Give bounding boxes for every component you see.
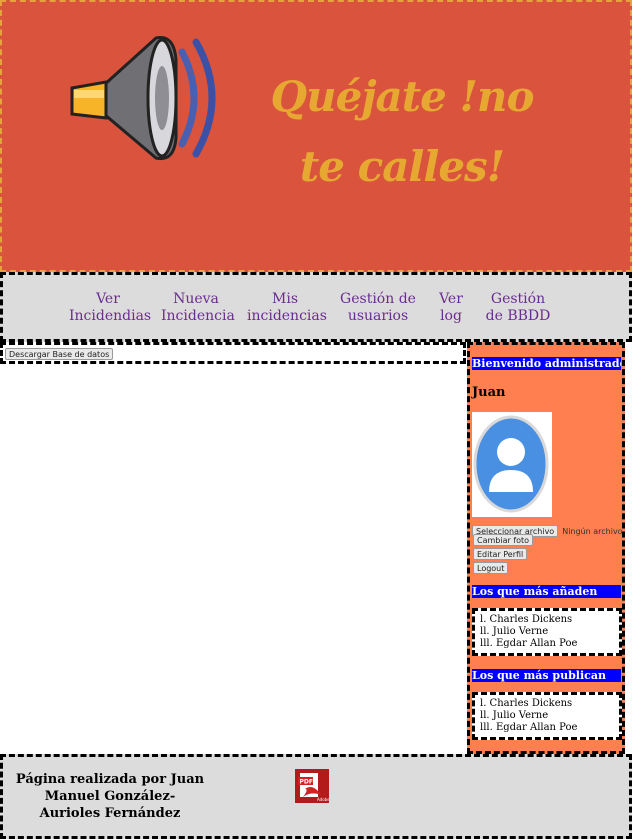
nav-mis-incidencias[interactable]: Mis incidencias bbox=[247, 291, 327, 325]
file-status: Ningún archivo seleccionado bbox=[562, 527, 623, 536]
list-item: ll. Julio Verne bbox=[480, 710, 549, 721]
site-title: Quéjate !no te calles! bbox=[270, 72, 535, 191]
list-item: lll. Egdar Allan Poe bbox=[480, 638, 578, 649]
change-photo-button[interactable]: Cambiar foto bbox=[473, 534, 534, 546]
list-item: l. Charles Dickens bbox=[480, 614, 573, 625]
top-publishers-list: l. Charles Dickens ll. Julio Verne lll. … bbox=[472, 692, 622, 740]
toolbar: Descargar Base de datos bbox=[0, 342, 466, 364]
main-nav: Ver Incidendias Nueva Incidencia Mis inc… bbox=[0, 272, 632, 342]
download-database-button[interactable]: Descargar Base de datos bbox=[5, 348, 114, 360]
nav-ver-incidencias[interactable]: Ver Incidendias bbox=[69, 291, 151, 325]
user-name: Juan bbox=[472, 385, 506, 400]
svg-text:PDF: PDF bbox=[300, 779, 313, 786]
list-item: lll. Egdar Allan Poe bbox=[480, 722, 578, 733]
nav-ver-log[interactable]: Ver log bbox=[436, 291, 466, 325]
avatar bbox=[472, 412, 552, 517]
page-footer: Página realizada por Juan Manuel Gonzále… bbox=[0, 754, 632, 839]
megaphone-icon bbox=[70, 35, 216, 161]
logout-button[interactable]: Logout bbox=[473, 562, 509, 574]
welcome-banner: Bienvenido administrador bbox=[472, 357, 621, 370]
edit-profile-button[interactable]: Editar Perfil bbox=[473, 548, 528, 560]
page-header: Quéjate !no te calles! bbox=[0, 0, 632, 272]
nav-gestion-usuarios[interactable]: Gestión de usuarios bbox=[339, 291, 417, 325]
top-adders-heading: Los que más añaden bbox=[472, 585, 621, 598]
pdf-icon[interactable]: PDF Adobe bbox=[295, 769, 329, 803]
nav-nueva-incidencia[interactable]: Nueva Incidencia bbox=[161, 291, 235, 325]
top-adders-list: l. Charles Dickens ll. Julio Verne lll. … bbox=[472, 608, 622, 656]
user-avatar-icon bbox=[473, 415, 549, 513]
list-item: l. Charles Dickens bbox=[480, 698, 573, 709]
nav-gestion-bbdd[interactable]: Gestión de BBDD bbox=[481, 291, 555, 325]
list-item: ll. Julio Verne bbox=[480, 626, 549, 637]
svg-text:Adobe: Adobe bbox=[317, 797, 329, 802]
sidebar: Bienvenido administrador Juan Selecciona… bbox=[467, 342, 625, 754]
footer-credit: Página realizada por Juan Manuel Gonzále… bbox=[15, 772, 205, 821]
top-publishers-heading: Los que más publican bbox=[472, 669, 621, 682]
